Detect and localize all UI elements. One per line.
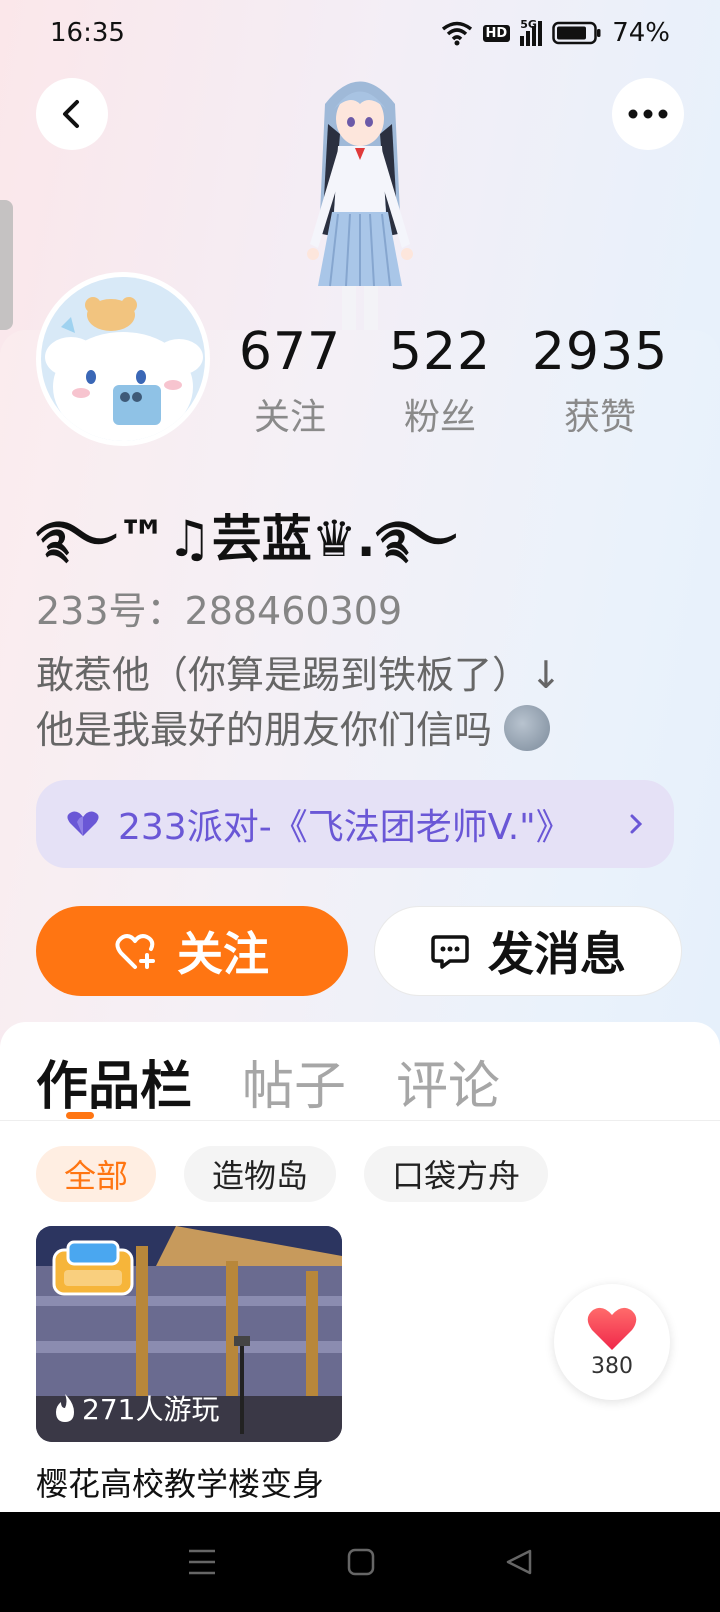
tabs-divider: [0, 1120, 720, 1121]
home-icon[interactable]: [347, 1548, 375, 1576]
game-play-count: 271人游玩: [54, 1388, 219, 1428]
battery-icon: [552, 21, 601, 45]
stat-following[interactable]: 677 关注: [230, 322, 350, 440]
party-room-link[interactable]: 233派对-《飞法团老师V."》: [36, 780, 674, 868]
avatar[interactable]: [36, 272, 210, 446]
stat-value: 2935: [531, 322, 669, 382]
profile-uid[interactable]: 233号：288460309: [36, 580, 402, 635]
chevron-left-icon: [63, 100, 79, 128]
avatar-image: [41, 277, 205, 441]
more-icon: [628, 109, 668, 119]
flame-icon: [56, 1394, 74, 1422]
system-nav-bar: [0, 1512, 720, 1612]
chat-bubble-icon: [431, 935, 469, 969]
stat-likes[interactable]: 2935 获赞: [530, 322, 670, 440]
tab-works[interactable]: 作品栏: [36, 1044, 192, 1119]
follow-label: 关注: [177, 927, 269, 981]
side-drawer-handle[interactable]: [0, 200, 13, 330]
bio-line-2: 他是我最好的朋友你们信吗: [36, 703, 676, 758]
filter-chips: 全部 造物岛 口袋方舟: [36, 1146, 549, 1202]
status-bar: 16:35 HD 5G 74%: [0, 0, 720, 66]
content-tabs: 作品栏 帖子 评论: [36, 1044, 500, 1119]
tab-comments[interactable]: 评论: [396, 1044, 500, 1119]
network-icon: 5G: [520, 18, 543, 46]
filter-chip-pocket-ark[interactable]: 口袋方舟: [364, 1146, 549, 1202]
hd-badge: HD: [482, 24, 511, 42]
back-triangle-icon[interactable]: [505, 1548, 533, 1576]
battery-percent: 74%: [612, 18, 670, 48]
more-options-button[interactable]: [612, 78, 684, 150]
profile-stats: 677 关注 522 粉丝 2935 获赞: [230, 322, 700, 452]
like-count: 380: [591, 1353, 633, 1379]
send-message-button[interactable]: 发消息: [374, 906, 682, 996]
bio-line-text: 他是我最好的朋友你们信吗: [36, 708, 493, 752]
heart-icon: [67, 811, 99, 836]
bio-line: 敢惹他（你算是踢到铁板了）↓: [36, 653, 562, 697]
active-tab-indicator: [66, 1112, 94, 1119]
game-thumbnail: 271人游玩: [36, 1226, 342, 1442]
game-play-count-label: 271人游玩: [82, 1393, 220, 1426]
creation-island-logo-icon: [52, 1240, 134, 1296]
heart-plus-icon: [115, 934, 155, 969]
profile-bio: 敢惹他（你算是踢到铁板了）↓ 他是我最好的朋友你们信吗: [36, 648, 676, 758]
game-card[interactable]: 271人游玩 樱花高校教学楼变身躲猫猫(测试版): [36, 1226, 342, 1512]
stat-label: 粉丝: [403, 397, 476, 438]
content-section: 作品栏 帖子 评论 全部 造物岛 口袋方舟 271人游玩 樱花高校教学楼变身: [0, 1022, 720, 1512]
character-avatar: [307, 81, 413, 334]
stat-value: 677: [238, 322, 342, 382]
status-time: 16:35: [50, 18, 125, 48]
stat-label: 获赞: [563, 397, 636, 438]
follow-button[interactable]: 关注: [36, 906, 348, 996]
network-label: 5G: [520, 18, 537, 31]
back-button[interactable]: [36, 78, 108, 150]
party-room-text: 233派对-《飞法团老师V."》: [118, 807, 572, 848]
stat-value: 522: [388, 322, 492, 382]
status-icons: HD 5G 74%: [441, 18, 670, 48]
menu-icon[interactable]: [187, 1548, 217, 1576]
filter-chip-all[interactable]: 全部: [36, 1146, 157, 1202]
wifi-icon: [441, 21, 472, 46]
moon-emoji-icon: [504, 705, 551, 751]
filter-chip-creation-island[interactable]: 造物岛: [184, 1146, 337, 1202]
stat-followers[interactable]: 522 粉丝: [380, 322, 500, 440]
like-button[interactable]: 380: [554, 1284, 670, 1400]
stat-label: 关注: [253, 397, 326, 438]
heart-icon: [587, 1307, 637, 1350]
send-message-label: 发消息: [488, 927, 626, 981]
tab-posts[interactable]: 帖子: [242, 1044, 346, 1119]
game-title: 樱花高校教学楼变身躲猫猫(测试版): [36, 1465, 325, 1512]
chevron-right-icon: [630, 814, 643, 834]
